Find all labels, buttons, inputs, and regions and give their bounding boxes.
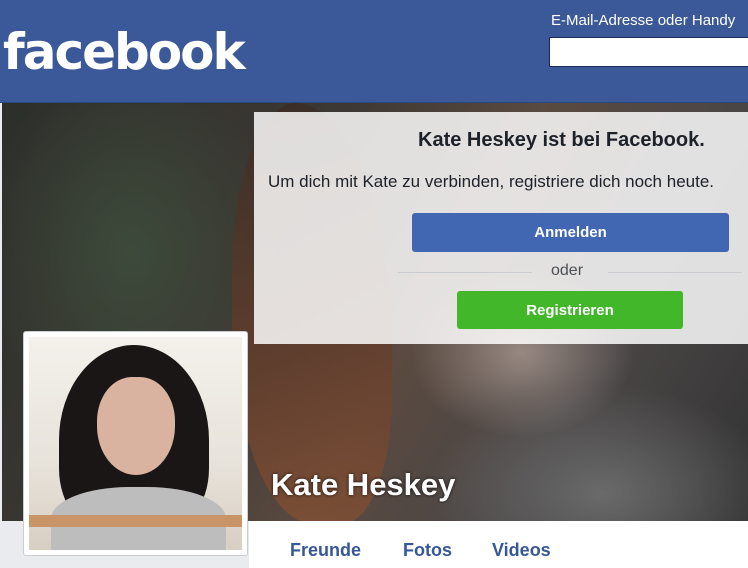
divider-right <box>608 272 742 273</box>
profile-name[interactable]: Kate Heskey <box>271 467 455 503</box>
tab-freunde[interactable]: Freunde <box>290 540 361 561</box>
overlay-subtitle: Um dich mit Kate zu verbinden, registrie… <box>268 172 715 191</box>
tab-videos[interactable]: Videos <box>492 540 551 561</box>
divider-text: oder <box>551 262 584 279</box>
top-bar: facebook E-Mail-Adresse oder Handy <box>0 0 748 103</box>
facebook-logo[interactable]: facebook <box>3 22 246 82</box>
overlay-title: Kate Heskey ist bei Facebook. <box>418 129 705 151</box>
login-email-label: E-Mail-Adresse oder Handy <box>551 12 736 29</box>
register-button[interactable]: Registrieren <box>457 291 683 329</box>
login-button[interactable]: Anmelden <box>412 213 729 252</box>
profile-picture[interactable] <box>23 331 248 556</box>
divider-left <box>398 272 532 273</box>
tab-fotos[interactable]: Fotos <box>403 540 452 561</box>
pp-rail <box>29 515 242 527</box>
profile-photo <box>29 337 242 550</box>
login-email-input[interactable] <box>549 37 748 67</box>
pp-face <box>97 377 175 475</box>
